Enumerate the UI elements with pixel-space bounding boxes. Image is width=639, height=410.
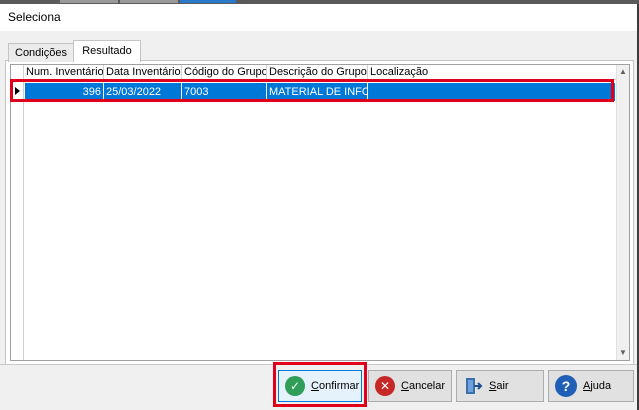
confirmar-button[interactable]: ✓ Confirmar bbox=[278, 370, 362, 402]
footer-divider bbox=[0, 364, 637, 365]
window-title: Seleciona bbox=[8, 10, 61, 24]
cell-codigo-grupo[interactable]: 7003 bbox=[182, 83, 267, 101]
column-header-codigo-grupo[interactable]: Código do Grupo bbox=[182, 65, 267, 80]
exit-door-icon bbox=[463, 376, 483, 396]
check-circle-icon: ✓ bbox=[285, 376, 305, 396]
ajuda-label: Ajuda bbox=[583, 380, 612, 392]
cell-data-inventario[interactable]: 25/03/2022 bbox=[104, 83, 182, 101]
table-row[interactable]: 396 25/03/2022 7003 MATERIAL DE INFOR bbox=[25, 83, 615, 101]
vertical-scrollbar[interactable]: ▲ ▼ bbox=[616, 65, 629, 360]
column-header-num-inventario[interactable]: Num. Inventário bbox=[24, 65, 104, 80]
title-bar: Seleciona bbox=[0, 4, 637, 31]
cell-descricao-grupo[interactable]: MATERIAL DE INFOR bbox=[267, 83, 368, 101]
cancelar-button[interactable]: ✕ Cancelar bbox=[368, 370, 452, 402]
grid-header-row: Num. Inventário Data Inventário Código d… bbox=[11, 65, 616, 80]
scroll-up-icon[interactable]: ▲ bbox=[617, 65, 629, 79]
confirmar-label: Confirmar bbox=[311, 380, 360, 392]
column-header-localizacao[interactable]: Localização bbox=[368, 65, 616, 80]
cell-localizacao[interactable] bbox=[368, 83, 615, 101]
taskbar-tab[interactable] bbox=[60, 0, 118, 3]
tab-resultado[interactable]: Resultado bbox=[73, 40, 141, 62]
x-circle-icon: ✕ bbox=[375, 376, 395, 396]
taskbar-tab-active[interactable] bbox=[180, 0, 236, 3]
current-row-arrow-icon bbox=[15, 87, 20, 95]
ajuda-button[interactable]: ? Ajuda bbox=[548, 370, 634, 402]
cancelar-label: Cancelar bbox=[401, 380, 446, 392]
taskbar-tab[interactable] bbox=[120, 0, 178, 3]
scroll-down-icon[interactable]: ▼ bbox=[617, 346, 629, 360]
column-header-descricao-grupo[interactable]: Descrição do Grupo bbox=[267, 65, 368, 80]
help-icon: ? bbox=[555, 375, 577, 397]
row-indicator-column bbox=[11, 80, 24, 360]
tab-condicoes[interactable]: Condições bbox=[8, 43, 74, 62]
column-header-data-inventario[interactable]: Data Inventário bbox=[104, 65, 182, 80]
results-grid[interactable]: Num. Inventário Data Inventário Código d… bbox=[10, 64, 630, 361]
sair-button[interactable]: Sair bbox=[456, 370, 544, 402]
sair-label: Sair bbox=[489, 380, 509, 392]
cell-num-inventario[interactable]: 396 bbox=[25, 83, 104, 101]
